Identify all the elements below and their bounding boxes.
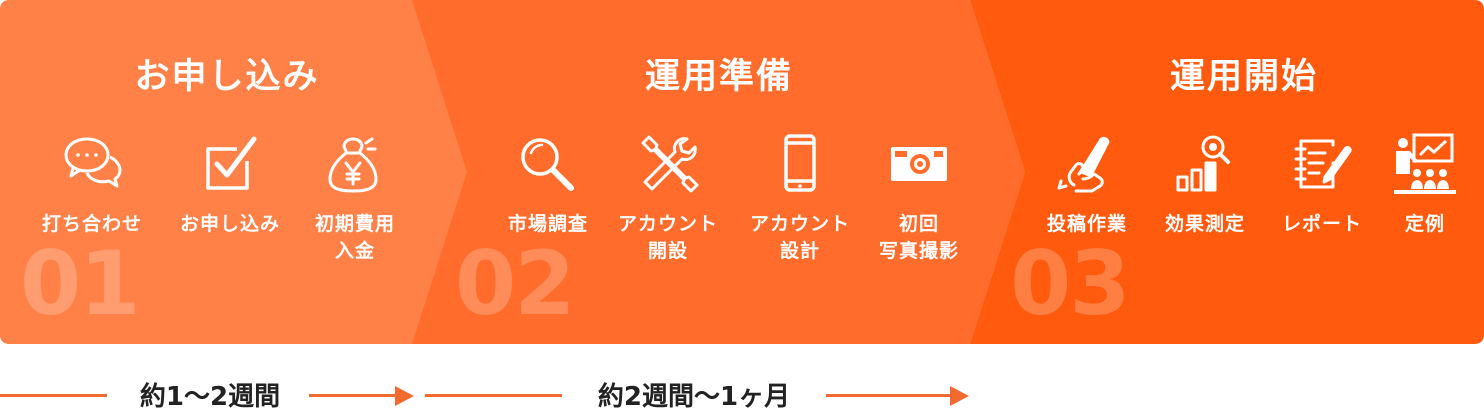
step-label: 効果測定	[1164, 213, 1245, 235]
step-application: お申し込み	[168, 133, 292, 238]
timeline-line-2-right	[826, 394, 952, 397]
notebook-pen-icon	[1294, 139, 1352, 189]
timeline-line-2-left	[425, 394, 562, 397]
money-bag-yen-icon	[328, 137, 378, 193]
step-market-research: 市場調査	[486, 133, 610, 238]
phase-3-number: 03	[1010, 232, 1130, 335]
step-regular-meeting: 定例	[1363, 133, 1484, 238]
step-label: アカウント 設計	[749, 213, 850, 262]
chat-bubbles-icon	[64, 137, 122, 188]
presentation-meeting-icon	[1394, 133, 1456, 194]
magnifier-icon	[521, 138, 574, 191]
step-account-design: アカウント 設計	[738, 133, 862, 265]
phase-2-title: 運用準備	[644, 57, 794, 97]
phase-3-title: 運用開始	[1169, 57, 1319, 97]
step-meeting: 打ち合わせ	[30, 133, 154, 238]
step-label: 投稿作業	[1046, 213, 1127, 235]
tools-icon	[641, 135, 699, 193]
step-label: 初期費用 入金	[314, 213, 395, 262]
bar-chart-magnifier-icon	[1176, 135, 1230, 192]
phase-1-title: お申し込み	[134, 57, 320, 97]
checkbox-icon	[206, 136, 257, 190]
step-effect-measurement: 効果測定	[1143, 133, 1267, 238]
timeline-arrowhead-2	[950, 386, 969, 406]
phase-2-number: 02	[455, 232, 575, 335]
step-initial-payment: 初期費用 入金	[293, 133, 417, 265]
duration-label-2: 約2週間〜1ヶ月	[597, 382, 791, 412]
flow-diagram: お申し込み 運用準備 運用開始 01 02 03 打ち合わせ お申し込み 初期費…	[0, 0, 1484, 414]
camera-icon	[891, 147, 947, 181]
step-label: 初回 写真撮影	[878, 213, 959, 262]
timeline-arrowhead-1	[395, 386, 414, 406]
duration-label-1: 約1〜2週間	[139, 382, 281, 412]
smartphone-icon	[784, 134, 816, 192]
hand-writing-icon	[1057, 137, 1110, 193]
timeline-line-1-left	[0, 394, 107, 397]
timeline-line-1-right	[309, 394, 397, 397]
step-account-opening: アカウント 開設	[606, 133, 730, 265]
step-first-photo-shoot: 初回 写真撮影	[857, 133, 981, 265]
step-posting: 投稿作業	[1025, 133, 1149, 238]
step-label: 打ち合わせ	[41, 213, 142, 235]
step-label: 定例	[1404, 213, 1445, 235]
step-label: アカウント 開設	[617, 213, 718, 262]
phase-1-number: 01	[20, 232, 140, 335]
step-label: お申し込み	[179, 213, 280, 235]
step-label: 市場調査	[507, 213, 588, 235]
